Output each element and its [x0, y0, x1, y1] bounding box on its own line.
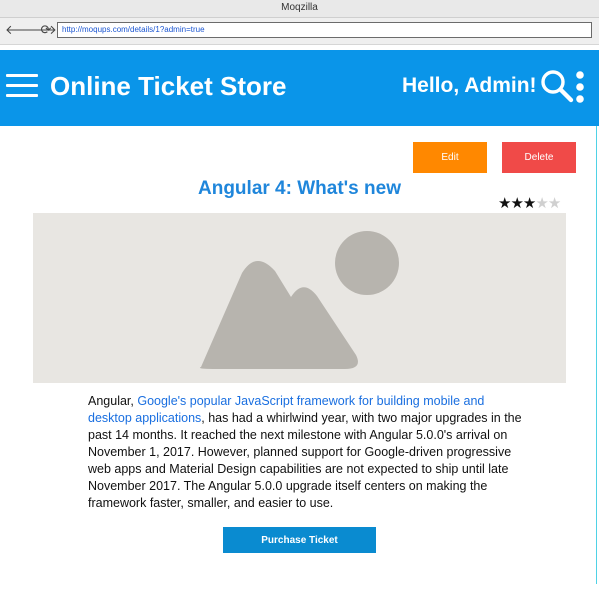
- star-icon[interactable]: ★: [548, 194, 561, 212]
- window-title: Moqzilla: [281, 2, 318, 13]
- article-image: [33, 213, 566, 383]
- more-vertical-icon[interactable]: [574, 71, 586, 103]
- address-input[interactable]: http://moqups.com/details/1?admin=true: [57, 22, 592, 38]
- image-placeholder-icon: [199, 231, 399, 369]
- star-icon[interactable]: ★: [523, 194, 536, 212]
- star-rating[interactable]: ★★★★★: [498, 194, 568, 212]
- reload-icon[interactable]: ⟳: [39, 22, 53, 38]
- back-icon[interactable]: 🡐: [5, 22, 40, 38]
- star-icon[interactable]: ★: [498, 194, 511, 212]
- user-greeting: Hello, Admin!: [402, 74, 537, 97]
- forward-icon[interactable]: 🡒: [22, 22, 57, 38]
- article-body: Angular, Google's popular JavaScript fra…: [88, 393, 528, 512]
- hamburger-menu-icon[interactable]: [6, 74, 38, 98]
- browser-toolbar: 🡐 🡒 ⟳ http://moqups.com/details/1?admin=…: [0, 18, 599, 45]
- app-header: Online Ticket Store Hello, Admin!: [0, 50, 599, 126]
- star-icon[interactable]: ★: [510, 194, 523, 212]
- edit-button[interactable]: Edit: [413, 142, 487, 173]
- purchase-ticket-button[interactable]: Purchase Ticket: [223, 527, 376, 553]
- browser-titlebar: Moqzilla: [0, 0, 599, 18]
- star-icon[interactable]: ★: [535, 194, 548, 212]
- article-text-start: Angular,: [88, 394, 138, 408]
- delete-button[interactable]: Delete: [502, 142, 576, 173]
- article-text-rest: , has had a whirlwind year, with two maj…: [88, 411, 522, 510]
- app-title: Online Ticket Store: [50, 71, 287, 101]
- search-icon[interactable]: [540, 69, 574, 103]
